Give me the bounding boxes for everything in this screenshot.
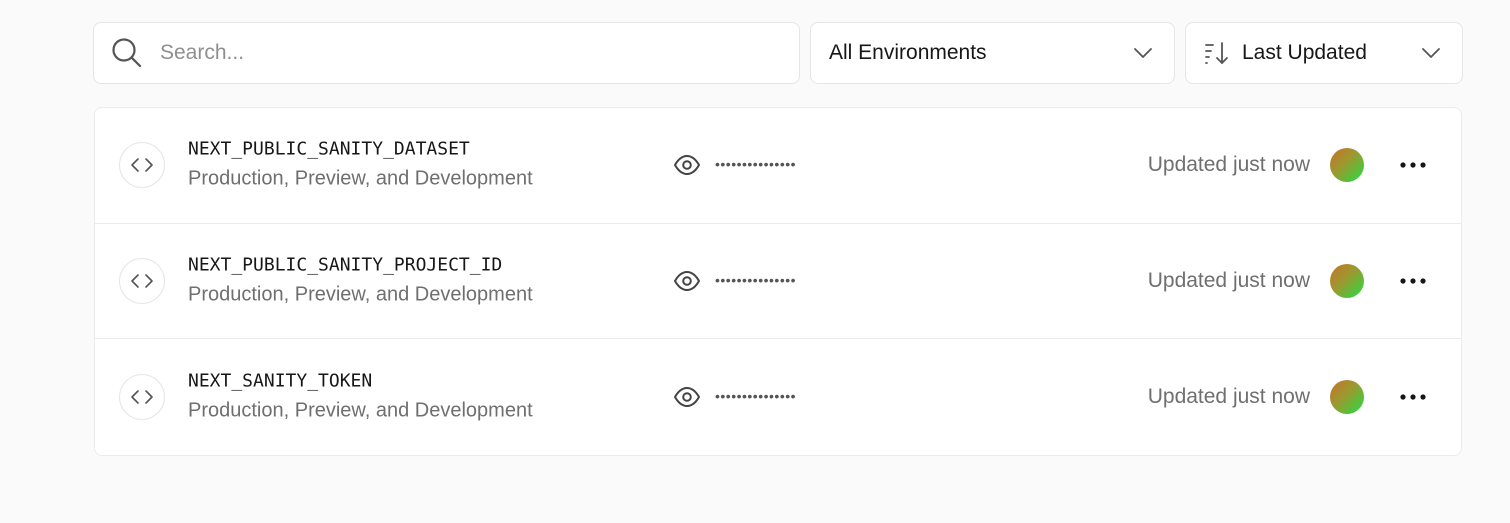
env-var-name[interactable]: NEXT_PUBLIC_SANITY_DATASET: [188, 137, 533, 163]
search-box[interactable]: [93, 22, 800, 84]
eye-icon: [674, 155, 700, 176]
environment-filter-value: All Environments: [829, 41, 987, 64]
env-var-info: NEXT_SANITY_TOKEN Production, Preview, a…: [188, 368, 533, 425]
updated-timestamp: Updated just now: [1147, 153, 1310, 177]
env-var-environments: Production, Preview, and Development: [188, 167, 533, 190]
toolbar: All Environments Last Updated: [93, 22, 1463, 84]
avatar: [1330, 379, 1364, 414]
env-var-environments: Production, Preview, and Development: [188, 399, 533, 422]
row-actions-button[interactable]: [1397, 381, 1429, 413]
reveal-value-button[interactable]: [673, 383, 701, 411]
masked-value: •••••••••••••••: [715, 156, 797, 173]
masked-value: •••••••••••••••: [715, 387, 797, 404]
sort-value: Last Updated: [1242, 41, 1367, 64]
env-var-info: NEXT_PUBLIC_SANITY_DATASET Production, P…: [188, 137, 533, 194]
sort-descending-icon: [1205, 42, 1228, 64]
env-var-environments: Production, Preview, and Development: [188, 283, 533, 306]
code-brackets-icon: [131, 273, 153, 288]
env-var-row: NEXT_SANITY_TOKEN Production, Preview, a…: [95, 339, 1461, 455]
row-actions-button[interactable]: [1397, 149, 1429, 181]
search-icon: [112, 38, 142, 68]
row-actions-button[interactable]: [1397, 265, 1429, 297]
avatar: [1330, 263, 1364, 298]
chevron-down-icon: [1422, 48, 1440, 58]
env-var-name[interactable]: NEXT_PUBLIC_SANITY_PROJECT_ID: [188, 252, 533, 278]
updated-timestamp: Updated just now: [1147, 268, 1310, 292]
chevron-down-icon: [1134, 48, 1152, 58]
env-var-row: NEXT_PUBLIC_SANITY_DATASET Production, P…: [95, 108, 1461, 224]
avatar: [1330, 148, 1364, 183]
search-input[interactable]: [160, 41, 760, 65]
environment-variables-list: NEXT_PUBLIC_SANITY_DATASET Production, P…: [94, 107, 1462, 456]
eye-icon: [674, 270, 700, 291]
more-horizontal-icon: [1400, 278, 1426, 284]
code-brackets-icon: [131, 389, 153, 404]
env-var-info: NEXT_PUBLIC_SANITY_PROJECT_ID Production…: [188, 252, 533, 309]
code-badge: [119, 373, 165, 420]
reveal-value-button[interactable]: [673, 151, 701, 179]
env-var-name[interactable]: NEXT_SANITY_TOKEN: [188, 368, 533, 394]
eye-icon: [674, 386, 700, 407]
code-brackets-icon: [131, 158, 153, 173]
reveal-value-button[interactable]: [673, 267, 701, 295]
masked-value: •••••••••••••••: [715, 271, 797, 288]
sort-select[interactable]: Last Updated: [1185, 22, 1463, 84]
more-horizontal-icon: [1400, 162, 1426, 168]
updated-timestamp: Updated just now: [1147, 384, 1310, 408]
environment-filter-select[interactable]: All Environments: [810, 22, 1175, 84]
code-badge: [119, 142, 165, 189]
more-horizontal-icon: [1400, 394, 1426, 400]
code-badge: [119, 257, 165, 304]
env-var-row: NEXT_PUBLIC_SANITY_PROJECT_ID Production…: [95, 224, 1461, 339]
